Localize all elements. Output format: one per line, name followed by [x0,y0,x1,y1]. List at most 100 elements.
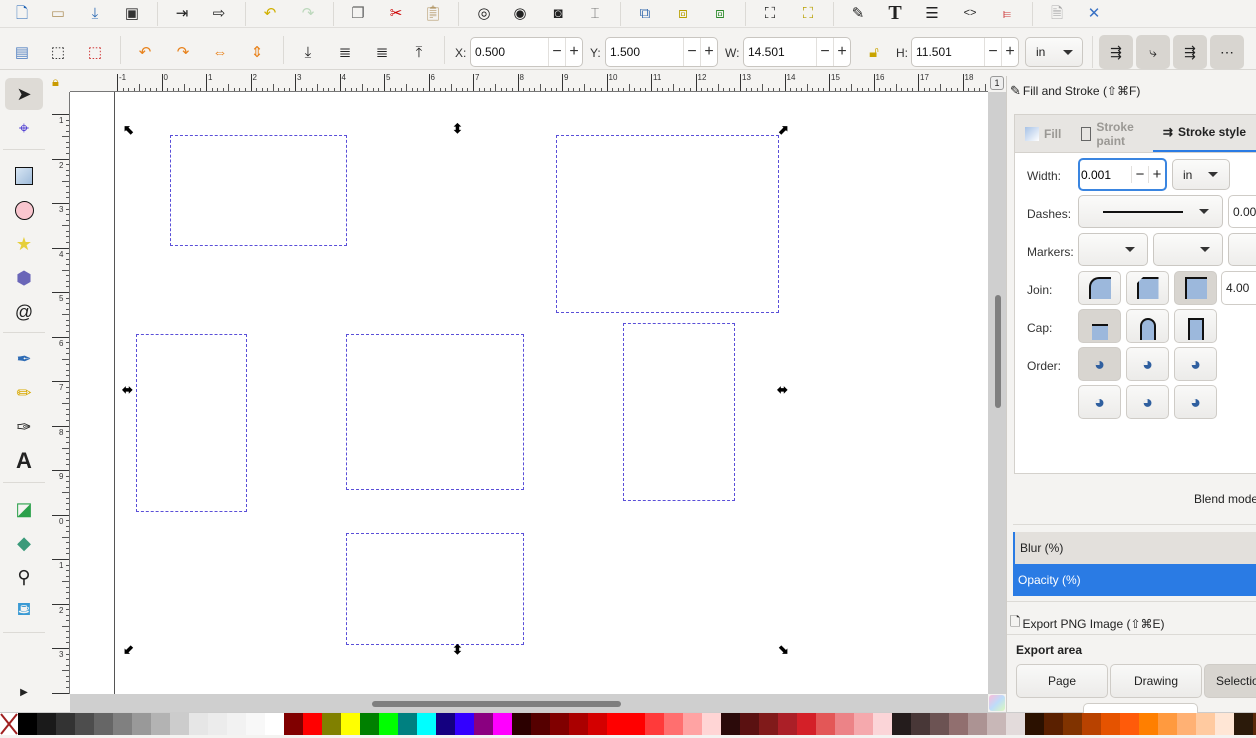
order-fill-stroke-markers-button[interactable]: ◕ [1078,347,1121,381]
color-swatch[interactable] [1120,713,1139,735]
rectangle-object[interactable] [136,334,247,512]
zoom-selection-icon[interactable]: ◎ [472,1,496,25]
scale-handle-top-left[interactable]: ⬉ [123,123,134,136]
scale-handle-bottom-left[interactable]: ⬋ [123,643,134,656]
color-swatch[interactable] [683,713,702,735]
order-markers-stroke-fill-button[interactable]: ◕ [1174,385,1217,419]
export-page-button[interactable]: Page [1016,664,1108,698]
butt-cap-button[interactable] [1078,309,1121,343]
canvas[interactable]: ⬉ ⬍ ⬈ ⬌ ⬌ ⬋ ⬍ ⬊ [70,92,988,694]
gradient-tool[interactable]: ◪ [5,493,43,525]
color-swatch[interactable] [417,713,436,735]
text-tool[interactable]: A [5,445,43,477]
selector-tool[interactable]: ➤ [5,78,43,110]
color-swatch[interactable] [835,713,854,735]
color-swatch[interactable] [75,713,94,735]
redo-icon[interactable]: ↷ [296,1,320,25]
start-marker-select[interactable] [1078,233,1148,266]
zoom-page-icon[interactable]: ◙ [546,1,570,25]
color-swatch[interactable] [1082,713,1101,735]
lock-proportions-icon[interactable]: 🔓︎ [862,40,886,64]
tab-fill[interactable]: Fill [1015,115,1071,153]
no-paint-swatch[interactable] [0,713,18,735]
color-swatch[interactable] [968,713,987,735]
color-swatch[interactable] [1006,713,1025,735]
pen-tool[interactable]: ✏ [5,377,43,409]
color-swatch[interactable] [873,713,892,735]
color-swatch[interactable] [189,713,208,735]
color-swatch[interactable] [303,713,322,735]
paint-bucket-tool[interactable]: ⛾ [5,595,43,627]
color-swatch[interactable] [1196,713,1215,735]
rectangle-object[interactable] [170,135,347,246]
color-swatch[interactable] [892,713,911,735]
h-input[interactable] [912,39,984,65]
color-swatch[interactable] [132,713,151,735]
node-tool[interactable]: ⌖ [5,112,43,144]
w-increment-button[interactable]: + [833,38,850,66]
color-swatch[interactable] [911,713,930,735]
color-swatch[interactable] [246,713,265,735]
tab-stroke-style[interactable]: ⇉ Stroke style [1152,115,1256,153]
select-all-layers-icon[interactable]: ⬚ [46,40,70,64]
rotate-ccw-icon[interactable]: ↶ [133,40,157,64]
fill-stroke-icon[interactable]: ✎ [846,1,870,25]
units-select[interactable]: in [1025,37,1083,67]
rectangle-object[interactable] [346,334,524,490]
scale-handle-top[interactable]: ⬍ [452,122,463,135]
bevel-join-button[interactable] [1126,271,1169,305]
color-swatch[interactable] [664,713,683,735]
color-swatch[interactable] [778,713,797,735]
color-swatch[interactable] [797,713,816,735]
color-swatch[interactable] [721,713,740,735]
color-swatch[interactable] [531,713,550,735]
page-badge[interactable]: 1 [990,76,1004,90]
color-swatch[interactable] [18,713,37,735]
stroke-unit-select[interactable]: in [1172,159,1230,190]
import-icon[interactable]: ⤓ [83,1,107,25]
color-swatch[interactable] [398,713,417,735]
raise-to-top-icon[interactable]: ⤒ [407,40,431,64]
color-swatch[interactable] [151,713,170,735]
color-swatch[interactable] [170,713,189,735]
dashes-select[interactable] [1078,195,1223,228]
import-file-icon[interactable]: ⇥ [170,1,194,25]
color-swatch[interactable] [854,713,873,735]
spiral-tool[interactable]: @ [5,296,43,328]
opacity-row[interactable]: Opacity (%) [1013,564,1256,596]
export-drawing-button[interactable]: Drawing [1110,664,1202,698]
duplicate-icon[interactable]: ⧉ [633,1,657,25]
x-decrement-button[interactable]: − [548,38,565,66]
x-increment-button[interactable]: + [565,38,582,66]
group-icon[interactable]: ⛶ [758,1,782,25]
align-distribute-icon[interactable]: ⫢ [995,1,1019,25]
transform-gradients-toggle[interactable]: ⇶ [1173,35,1207,69]
zoom-page-width-icon[interactable]: ⌶ [583,1,607,25]
open-folder-icon[interactable]: ▭ [46,1,70,25]
tab-stroke-paint[interactable]: Stroke paint [1071,115,1153,153]
color-swatch[interactable] [607,713,626,735]
deselect-icon[interactable]: ⬚ [83,40,107,64]
document-properties-icon[interactable]: 🗎 [1045,1,1069,25]
color-swatch[interactable] [949,713,968,735]
color-swatch[interactable] [1063,713,1082,735]
stroke-width-increment[interactable]: + [1148,166,1165,183]
vertical-scrollbar-thumb[interactable] [995,295,1001,408]
select-all-icon[interactable]: ▤ [10,40,34,64]
rectangle-object[interactable] [556,135,779,313]
rectangle-object[interactable] [623,323,735,501]
color-swatch[interactable] [113,713,132,735]
toolbox-expand-button[interactable]: ▶ [5,676,43,708]
text-font-icon[interactable]: T [883,1,907,25]
order-stroke-fill-markers-button[interactable]: ◕ [1126,347,1169,381]
color-swatch[interactable] [322,713,341,735]
paste-icon[interactable]: 📋︎ [421,1,445,25]
color-swatch[interactable] [493,713,512,735]
h-increment-button[interactable]: + [1001,38,1018,66]
rotate-cw-icon[interactable]: ↷ [171,40,195,64]
miter-limit-field[interactable]: 4.00 [1221,271,1256,305]
horizontal-scrollbar-thumb[interactable] [372,701,621,707]
color-swatch[interactable] [37,713,56,735]
color-swatch[interactable] [379,713,398,735]
calligraphy-tool[interactable]: ✑ [5,411,43,443]
